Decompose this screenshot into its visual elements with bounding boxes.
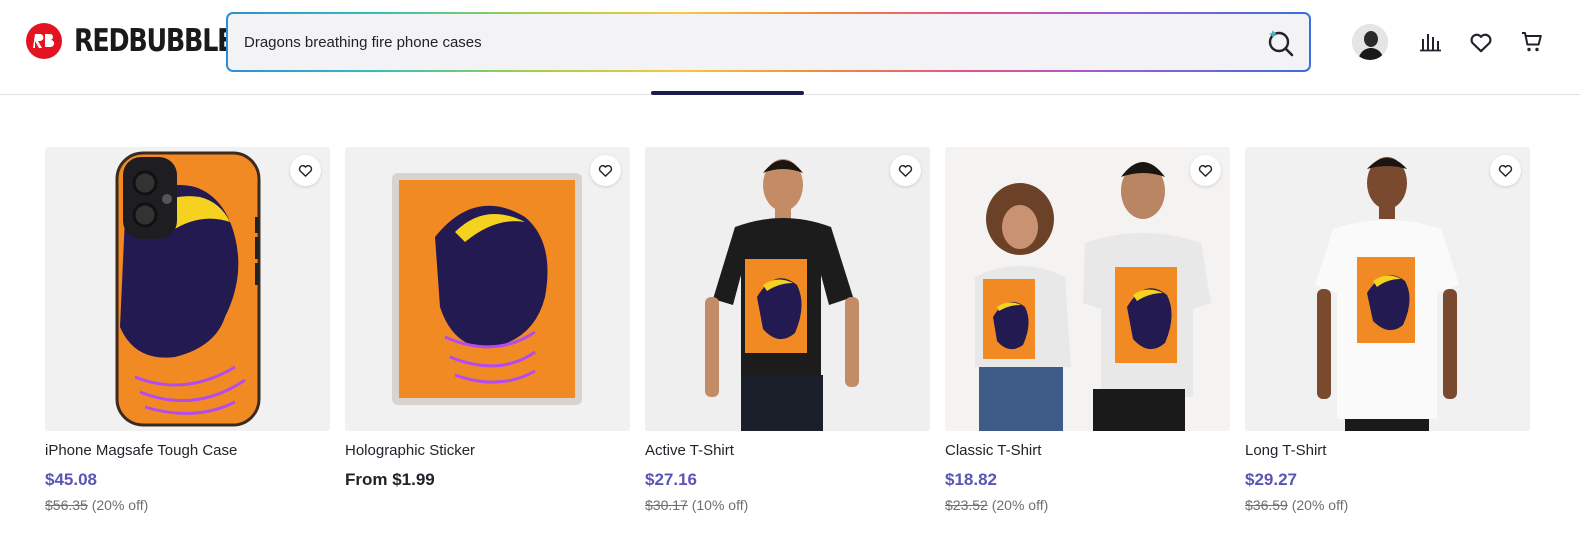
product-old-price: $36.59 (20% off) — [1245, 497, 1348, 513]
site-header: REDBUBBLE — [0, 0, 1580, 95]
favorite-heart-icon[interactable] — [290, 155, 321, 186]
avatar[interactable] — [1352, 24, 1388, 60]
product-price: $27.16 — [645, 470, 697, 489]
product-old-price: $56.35 (20% off) — [45, 497, 148, 513]
product-image[interactable] — [645, 147, 930, 431]
product-image[interactable] — [45, 147, 330, 431]
original-price: $56.35 — [45, 497, 88, 513]
product-price: $18.82 — [945, 470, 997, 489]
product-title[interactable]: Long T-Shirt — [1245, 442, 1326, 459]
favorite-heart-icon[interactable] — [590, 155, 621, 186]
discount-label: (20% off) — [1291, 497, 1349, 513]
product-title[interactable]: Holographic Sticker — [345, 442, 475, 459]
heart-icon[interactable] — [1461, 22, 1501, 62]
original-price: $36.59 — [1245, 497, 1288, 513]
header-actions — [1352, 22, 1563, 62]
product-image[interactable] — [1245, 147, 1530, 431]
product-card[interactable]: Long T-Shirt $29.27 $36.59 (20% off) — [1245, 147, 1530, 527]
search-bar — [226, 12, 1311, 72]
product-old-price: $30.17 (10% off) — [645, 497, 748, 513]
search-input[interactable] — [244, 14, 1244, 70]
product-price: $45.08 — [45, 470, 97, 489]
product-image[interactable] — [345, 147, 630, 431]
original-price: $30.17 — [645, 497, 688, 513]
stats-icon[interactable] — [1410, 22, 1450, 62]
discount-label: (10% off) — [691, 497, 749, 513]
redbubble-logo-icon — [26, 23, 62, 59]
cart-icon[interactable] — [1512, 22, 1552, 62]
favorite-heart-icon[interactable] — [1490, 155, 1521, 186]
product-price: From $1.99 — [345, 470, 435, 489]
product-card[interactable]: iPhone Magsafe Tough Case $45.08 $56.35 … — [45, 147, 330, 527]
product-image[interactable] — [945, 147, 1230, 431]
brand-name: REDBUBBLE — [74, 23, 235, 59]
product-price: $29.27 — [1245, 470, 1297, 489]
product-card[interactable]: Classic T-Shirt $18.82 $23.52 (20% off) — [945, 147, 1230, 527]
product-title[interactable]: Classic T-Shirt — [945, 442, 1041, 459]
original-price: $23.52 — [945, 497, 988, 513]
product-old-price: $23.52 (20% off) — [945, 497, 1048, 513]
favorite-heart-icon[interactable] — [890, 155, 921, 186]
product-grid: iPhone Magsafe Tough Case $45.08 $56.35 … — [45, 147, 1531, 527]
discount-label: (20% off) — [91, 497, 149, 513]
discount-label: (20% off) — [991, 497, 1049, 513]
active-tab-indicator — [651, 91, 804, 95]
product-title[interactable]: Active T-Shirt — [645, 442, 734, 459]
product-card[interactable]: Holographic Sticker From $1.99 — [345, 147, 630, 527]
product-title[interactable]: iPhone Magsafe Tough Case — [45, 442, 237, 459]
sparkle-search-icon[interactable] — [1265, 28, 1295, 58]
favorite-heart-icon[interactable] — [1190, 155, 1221, 186]
product-card[interactable]: Active T-Shirt $27.16 $30.17 (10% off) — [645, 147, 930, 527]
